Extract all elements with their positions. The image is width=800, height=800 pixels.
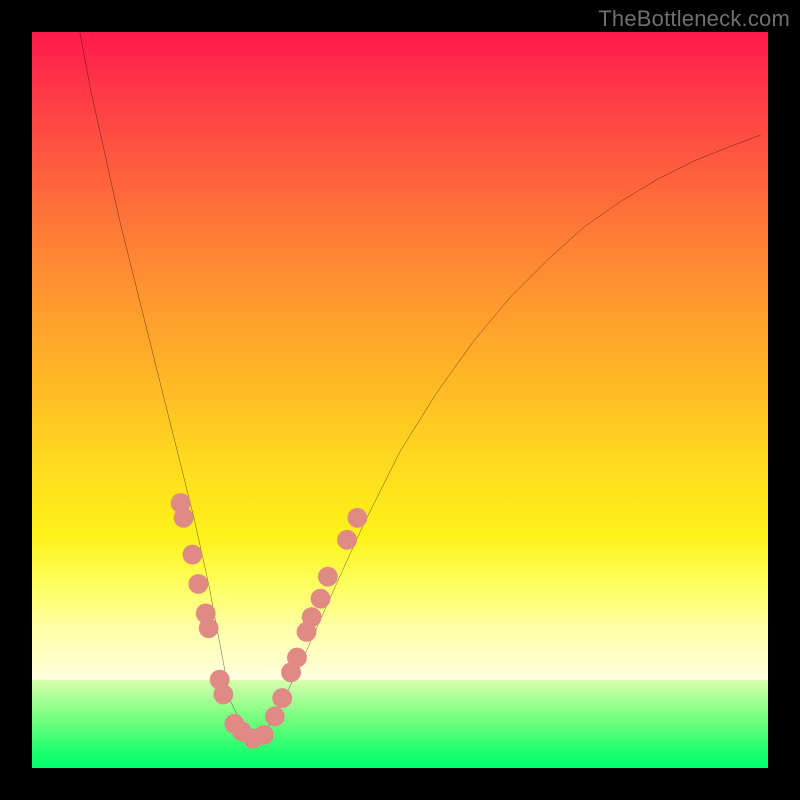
- marker-point: [318, 567, 338, 587]
- chart-frame: TheBottleneck.com: [0, 0, 800, 800]
- marker-point: [183, 545, 203, 565]
- marker-point: [272, 688, 292, 708]
- curve-markers: [171, 493, 368, 748]
- marker-point: [213, 684, 233, 704]
- marker-point: [188, 574, 208, 594]
- marker-point: [347, 508, 367, 528]
- marker-point: [254, 725, 274, 745]
- marker-point: [337, 530, 357, 550]
- watermark-text: TheBottleneck.com: [598, 6, 790, 32]
- marker-point: [174, 508, 194, 528]
- chart-svg: [32, 32, 768, 768]
- marker-point: [287, 648, 307, 668]
- marker-point: [199, 618, 219, 638]
- marker-point: [311, 589, 331, 609]
- bottleneck-curve: [80, 32, 761, 739]
- marker-point: [302, 607, 322, 627]
- plot-area: [32, 32, 768, 768]
- marker-point: [265, 707, 285, 727]
